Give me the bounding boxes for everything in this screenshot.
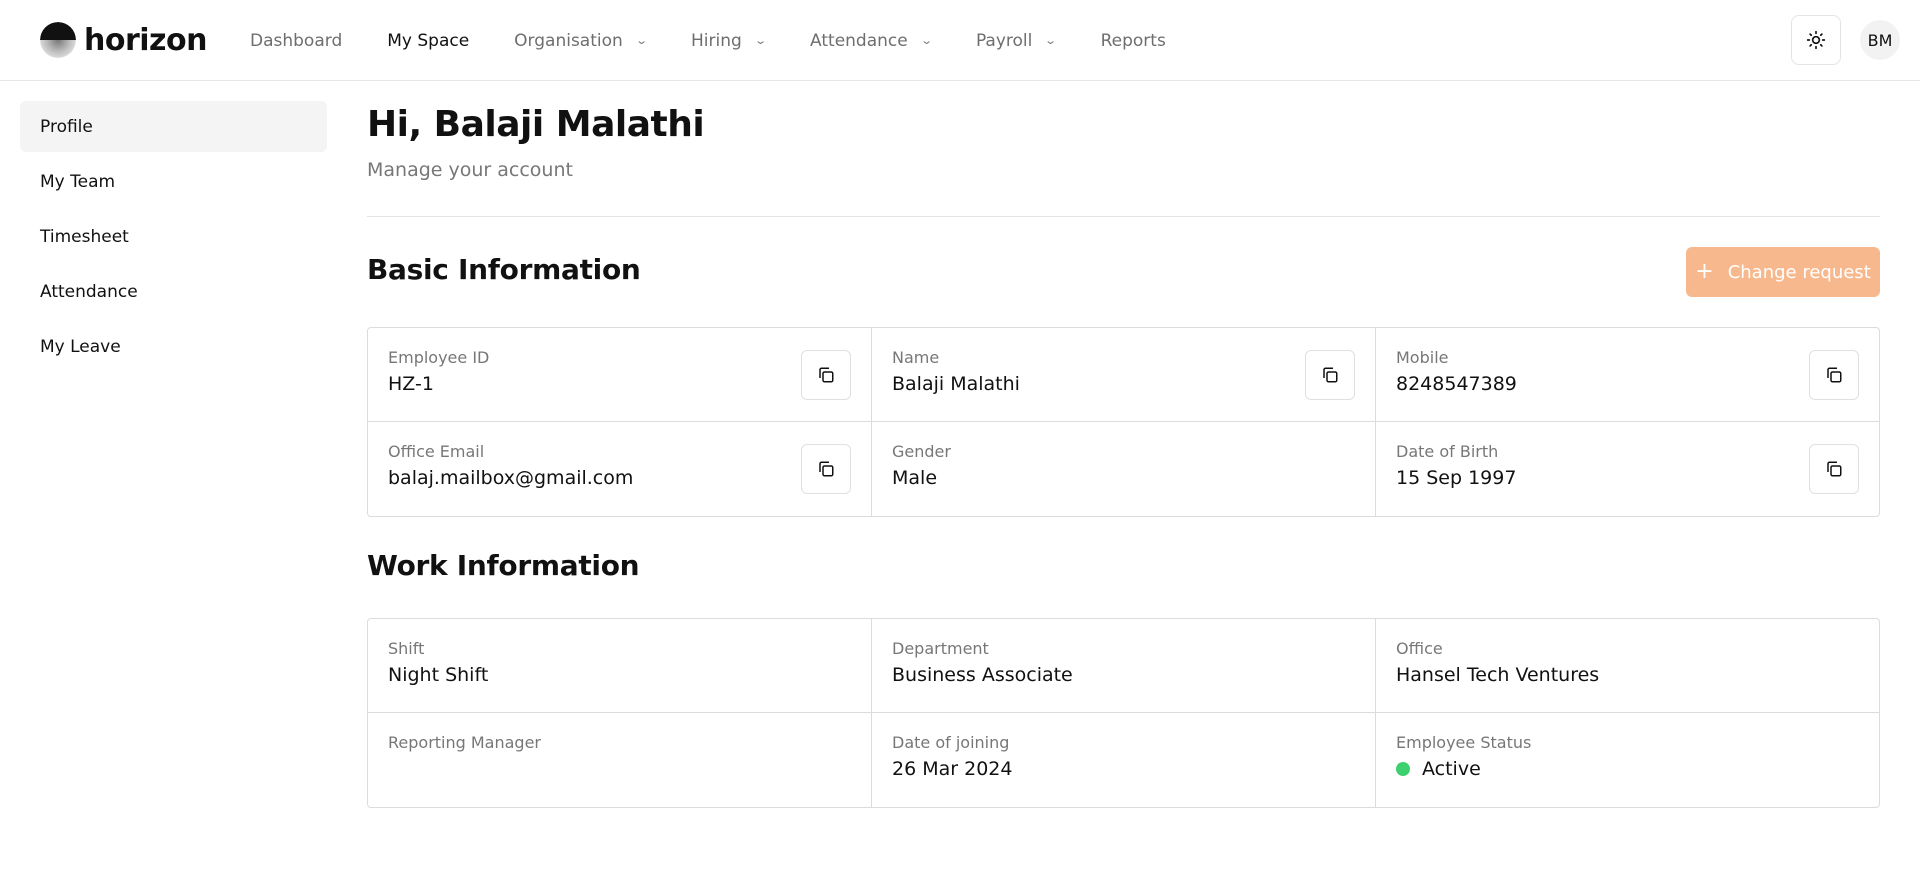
- field-date-of-joining: Date of joining 26 Mar 2024: [872, 713, 1376, 807]
- field-label: Department: [892, 639, 989, 658]
- sidebar-item-label: Timesheet: [40, 226, 129, 247]
- copy-icon: [1827, 367, 1842, 383]
- nav-label: Payroll: [975, 30, 1033, 51]
- main-nav: Dashboard My Space Organisation ⌄ Hiring…: [250, 0, 1211, 81]
- field-value: Active: [1396, 758, 1859, 780]
- page-title: Hi, Balaji Malathi: [367, 104, 705, 145]
- work-info-grid: Shift Night Shift Department Business As…: [367, 618, 1880, 808]
- field-label: Gender: [892, 442, 951, 461]
- field-mobile: Mobile 8248547389: [1376, 328, 1879, 422]
- copy-button[interactable]: [801, 444, 851, 494]
- sidebar: Profile My Team Timesheet Attendance My …: [20, 101, 327, 376]
- field-value: Night Shift: [388, 664, 489, 686]
- field-office: Office Hansel Tech Ventures: [1376, 619, 1879, 713]
- field-name: Name Balaji Malathi: [872, 328, 1376, 422]
- change-request-label: Change request: [1727, 261, 1871, 283]
- basic-info-grid: Employee ID HZ-1 Name Balaji Malathi Mob…: [367, 327, 1880, 517]
- field-employee-status: Employee Status Active: [1376, 713, 1879, 807]
- nav-hiring[interactable]: Hiring ⌄: [691, 30, 767, 51]
- change-request-button[interactable]: + Change request: [1686, 247, 1880, 297]
- sidebar-item-label: My Leave: [40, 336, 121, 357]
- nav-my-space[interactable]: My Space: [387, 31, 469, 51]
- nav-attendance[interactable]: Attendance ⌄: [810, 30, 933, 51]
- field-label: Name: [892, 348, 940, 367]
- field-shift: Shift Night Shift: [368, 619, 872, 713]
- sidebar-item-label: My Team: [40, 171, 116, 192]
- field-reporting-manager: Reporting Manager: [368, 713, 872, 807]
- field-department: Department Business Associate: [872, 619, 1376, 713]
- field-value: Balaji Malathi: [892, 373, 1020, 395]
- field-label: Office Email: [388, 442, 485, 461]
- field-label: Reporting Manager: [388, 733, 541, 752]
- field-date-of-birth: Date of Birth 15 Sep 1997: [1376, 422, 1879, 516]
- copy-icon: [819, 367, 834, 383]
- field-gender: Gender Male: [872, 422, 1376, 516]
- basic-info-title: Basic Information: [367, 253, 641, 286]
- field-label: Employee Status: [1396, 733, 1532, 752]
- sidebar-item-profile[interactable]: Profile: [20, 101, 327, 152]
- nav-label: Organisation: [514, 30, 623, 51]
- copy-icon: [819, 461, 834, 477]
- nav-organisation[interactable]: Organisation ⌄: [514, 30, 648, 51]
- nav-dashboard[interactable]: Dashboard: [250, 31, 342, 51]
- chevron-down-icon: ⌄: [1044, 34, 1058, 47]
- chevron-down-icon: ⌄: [753, 34, 767, 47]
- field-value: Business Associate: [892, 664, 1073, 686]
- nav-payroll[interactable]: Payroll ⌄: [975, 30, 1058, 51]
- field-value: 15 Sep 1997: [1396, 467, 1517, 489]
- status-dot-icon: [1396, 762, 1410, 776]
- copy-icon: [1827, 461, 1842, 477]
- chevron-down-icon: ⌄: [919, 34, 933, 47]
- nav-label: My Space: [387, 30, 470, 51]
- theme-toggle-button[interactable]: [1791, 15, 1841, 65]
- chevron-down-icon: ⌄: [634, 34, 648, 47]
- field-label: Date of joining: [892, 733, 1010, 752]
- field-label: Employee ID: [388, 348, 490, 367]
- nav-label: Hiring: [691, 30, 742, 51]
- work-info-title: Work Information: [367, 549, 640, 582]
- sidebar-item-timesheet[interactable]: Timesheet: [20, 211, 327, 262]
- field-value: 8248547389: [1396, 373, 1517, 395]
- field-value: Hansel Tech Ventures: [1396, 664, 1600, 686]
- nav-label: Dashboard: [250, 30, 343, 51]
- brand-logo[interactable]: horizon: [40, 18, 207, 62]
- status-badge: Active: [1422, 758, 1481, 780]
- field-value: Male: [892, 467, 938, 489]
- brand-name: horizon: [84, 22, 207, 58]
- field-employee-id: Employee ID HZ-1: [368, 328, 872, 422]
- field-label: Shift: [388, 639, 425, 658]
- plus-icon: +: [1695, 259, 1714, 284]
- nav-label: Reports: [1100, 30, 1166, 51]
- copy-icon: [1323, 367, 1338, 383]
- sidebar-item-label: Profile: [40, 116, 93, 137]
- field-label: Office: [1396, 639, 1443, 658]
- copy-button[interactable]: [1305, 350, 1355, 400]
- copy-button[interactable]: [1809, 350, 1859, 400]
- sidebar-item-my-team[interactable]: My Team: [20, 156, 327, 207]
- page-subtitle: Manage your account: [367, 159, 573, 181]
- copy-button[interactable]: [801, 350, 851, 400]
- field-value: HZ-1: [388, 373, 434, 395]
- nav-reports[interactable]: Reports: [1101, 31, 1166, 51]
- horizon-logo-icon: [40, 22, 76, 58]
- copy-button[interactable]: [1809, 444, 1859, 494]
- field-value: balaj.mailbox@gmail.com: [388, 467, 634, 489]
- sidebar-item-my-leave[interactable]: My Leave: [20, 321, 327, 372]
- sidebar-item-attendance[interactable]: Attendance: [20, 266, 327, 317]
- user-avatar[interactable]: BM: [1860, 20, 1900, 60]
- sun-icon: [1806, 30, 1826, 50]
- field-value: 26 Mar 2024: [892, 758, 1013, 780]
- field-label: Date of Birth: [1396, 442, 1499, 461]
- field-office-email: Office Email balaj.mailbox@gmail.com: [368, 422, 872, 516]
- divider: [367, 216, 1880, 217]
- sidebar-item-label: Attendance: [40, 281, 138, 302]
- top-navbar: horizon Dashboard My Space Organisation …: [0, 0, 1920, 81]
- field-label: Mobile: [1396, 348, 1449, 367]
- nav-label: Attendance: [810, 30, 908, 51]
